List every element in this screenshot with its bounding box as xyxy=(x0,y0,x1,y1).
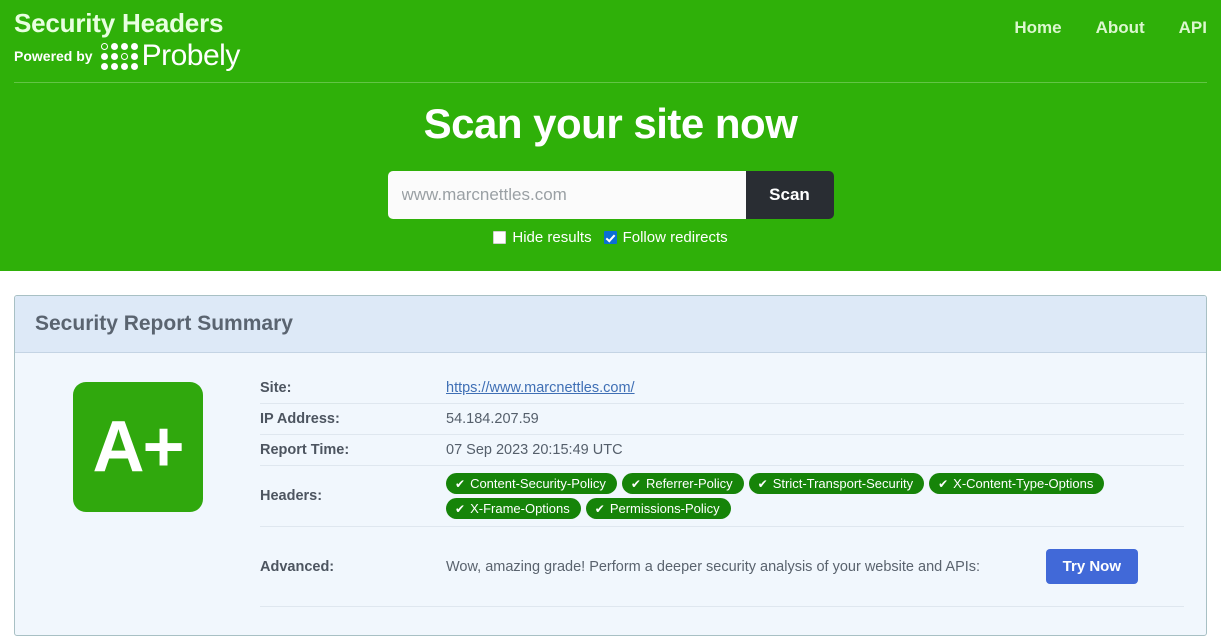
banner-top-bar: Security Headers Powered by Probely Home… xyxy=(0,0,1221,82)
site-title: Security Headers xyxy=(14,8,224,38)
follow-redirects-checkbox[interactable] xyxy=(603,231,617,244)
status-badge: ✔ Referrer-Policy xyxy=(621,473,744,494)
advanced-text: Wow, amazing grade! Perform a deeper sec… xyxy=(446,558,981,575)
brand-block: Security Headers Powered by Probely xyxy=(14,6,241,72)
security-report-card: Security Report Summary A+ Site: https:/… xyxy=(14,295,1207,636)
probely-wordmark: Probely xyxy=(141,39,241,72)
info-column: Site: https://www.marcnettles.com/ IP Ad… xyxy=(260,373,1206,607)
probely-dot-grid-icon xyxy=(100,42,138,70)
card-body: A+ Site: https://www.marcnettles.com/ IP… xyxy=(15,353,1206,607)
status-badge-label: Strict-Transport-Security xyxy=(772,476,914,491)
table-row: IP Address: 54.184.207.59 xyxy=(260,403,1184,435)
grade-badge: A+ xyxy=(72,382,203,512)
status-badge: ✔ Strict-Transport-Security xyxy=(748,473,925,494)
check-icon: ✔ xyxy=(455,501,466,516)
headers-label: Headers: xyxy=(260,465,446,527)
powered-by-block: Powered by Probely xyxy=(14,39,241,72)
status-badge: ✔ Content-Security-Policy xyxy=(446,473,617,494)
check-icon: ✔ xyxy=(630,476,641,491)
page-body: Security Report Summary A+ Site: https:/… xyxy=(0,271,1221,636)
nav-item-home[interactable]: Home xyxy=(1014,18,1061,38)
check-icon: ✔ xyxy=(594,501,605,516)
table-row: Report Time: 07 Sep 2023 20:15:49 UTC xyxy=(260,434,1184,466)
card-title: Security Report Summary xyxy=(35,312,293,335)
powered-by-label: Powered by xyxy=(14,48,93,64)
headers-badge-list: ✔ Content-Security-Policy ✔ Referrer-Pol… xyxy=(446,473,1126,519)
check-icon: ✔ xyxy=(455,476,466,491)
table-row: Advanced: Wow, amazing grade! Perform a … xyxy=(260,526,1184,607)
status-badge-label: X-Content-Type-Options xyxy=(953,476,1094,491)
hero-title: Scan your site now xyxy=(423,100,798,147)
card-footer-spacer xyxy=(15,607,1206,635)
top-banner: Security Headers Powered by Probely Home… xyxy=(0,0,1221,271)
hero-section: Scan your site now Scan Hide results Fol… xyxy=(0,83,1221,271)
nav-item-api[interactable]: API xyxy=(1179,18,1207,38)
scan-button[interactable]: Scan xyxy=(745,171,834,219)
nav-item-about[interactable]: About xyxy=(1096,18,1145,38)
follow-redirects-label: Follow redirects xyxy=(622,229,728,246)
advanced-content: Wow, amazing grade! Perform a deeper sec… xyxy=(446,549,1184,584)
status-badge-label: X-Frame-Options xyxy=(470,501,570,516)
try-now-button[interactable]: Try Now xyxy=(1045,549,1138,584)
headers-value-cell: ✔ Content-Security-Policy ✔ Referrer-Pol… xyxy=(446,465,1184,527)
report-time-label: Report Time: xyxy=(260,434,446,466)
scan-form: Scan xyxy=(0,171,1221,219)
report-time-value: 07 Sep 2023 20:15:49 UTC xyxy=(446,434,1184,466)
main-nav: Home About API xyxy=(1014,6,1207,38)
status-badge-label: Permissions-Policy xyxy=(609,501,720,516)
ip-address-label: IP Address: xyxy=(260,403,446,435)
status-badge: ✔ X-Frame-Options xyxy=(446,498,581,519)
ip-address-value: 54.184.207.59 xyxy=(446,403,1184,435)
option-hide-results[interactable]: Hide results xyxy=(493,229,592,246)
advanced-label: Advanced: xyxy=(260,526,446,607)
table-row: Headers: ✔ Content-Security-Policy ✔ Ref… xyxy=(260,465,1184,527)
status-badge: ✔ Permissions-Policy xyxy=(585,498,731,519)
option-follow-redirects[interactable]: Follow redirects xyxy=(603,229,728,246)
check-icon: ✔ xyxy=(938,476,949,491)
hide-results-checkbox[interactable] xyxy=(493,231,507,244)
grade-column: A+ xyxy=(15,373,260,607)
advanced-value-cell: Wow, amazing grade! Perform a deeper sec… xyxy=(446,526,1184,607)
card-header: Security Report Summary xyxy=(15,296,1206,353)
scan-url-input[interactable] xyxy=(387,171,746,219)
site-value-cell: https://www.marcnettles.com/ xyxy=(446,373,1184,404)
hide-results-label: Hide results xyxy=(512,229,592,246)
site-link[interactable]: https://www.marcnettles.com/ xyxy=(446,380,635,396)
site-label: Site: xyxy=(260,373,446,404)
report-details-table: Site: https://www.marcnettles.com/ IP Ad… xyxy=(260,373,1184,607)
status-badge: ✔ X-Content-Type-Options xyxy=(929,473,1105,494)
table-row: Site: https://www.marcnettles.com/ xyxy=(260,373,1184,404)
scan-options: Hide results Follow redirects xyxy=(0,230,1221,245)
status-badge-label: Referrer-Policy xyxy=(645,476,733,491)
check-icon: ✔ xyxy=(757,476,768,491)
status-badge-label: Content-Security-Policy xyxy=(470,476,606,491)
